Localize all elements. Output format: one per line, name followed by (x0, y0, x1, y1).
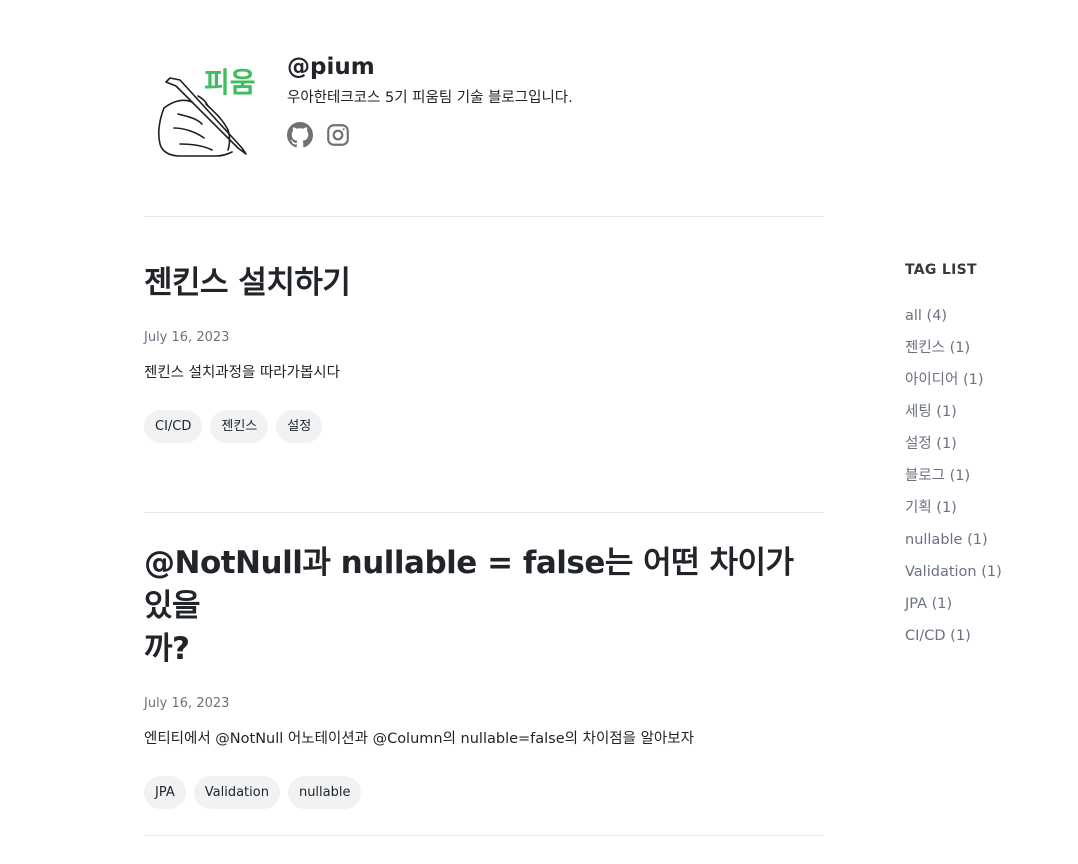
post-tags: CI/CD 젠킨스 설정 (144, 410, 824, 443)
tag-list-item[interactable]: 블로그 (1) (905, 460, 1065, 492)
tag-chip[interactable]: nullable (287, 776, 362, 809)
tag-list-item[interactable]: 설정 (1) (905, 428, 1065, 460)
github-icon[interactable] (287, 122, 313, 148)
post-title-line: @NotNull과 nullable = false는 어떤 차이가 있을 (144, 545, 794, 624)
tag-list-item[interactable]: 기획 (1) (905, 492, 1065, 524)
post-title-line: 까? (144, 631, 190, 667)
post-divider (144, 512, 824, 513)
social-links (287, 122, 573, 148)
tag-list-sidebar: TAG LIST all (4) 젠킨스 (1) 아이디어 (1) 세팅 (1)… (905, 260, 1065, 652)
post-title[interactable]: @NotNull과 nullable = false는 어떤 차이가 있을 까? (144, 542, 824, 671)
tag-chip[interactable]: CI/CD (144, 410, 203, 443)
tag-chip[interactable]: 설정 (276, 410, 323, 443)
tag-list-item[interactable]: nullable (1) (905, 524, 1065, 556)
profile-header: 피움 @pium 우아한테크코스 5기 피움팀 기술 블로그입니다. (144, 40, 824, 170)
tag-list-item[interactable]: JPA (1) (905, 588, 1065, 620)
post-date: July 16, 2023 (144, 330, 230, 345)
post-item: @NotNull과 nullable = false는 어떤 차이가 있을 까?… (144, 542, 824, 809)
post-description: 엔티티에서 @NotNull 어노테이션과 @Column의 nullable=… (144, 731, 694, 747)
instagram-icon[interactable] (325, 122, 351, 148)
post-divider (144, 835, 824, 836)
post-description: 젠킨스 설치과정을 따라가봅시다 (144, 365, 340, 381)
tag-list-item[interactable]: 아이디어 (1) (905, 364, 1065, 396)
tag-list-item[interactable]: Validation (1) (905, 556, 1065, 588)
tag-list-item[interactable]: CI/CD (1) (905, 620, 1065, 652)
tag-chip[interactable]: 젠킨스 (210, 410, 269, 443)
profile-info: @pium 우아한테크코스 5기 피움팀 기술 블로그입니다. (287, 52, 573, 148)
author-name[interactable]: @pium (287, 52, 573, 82)
tag-list-item[interactable]: 세팅 (1) (905, 396, 1065, 428)
post-date: July 16, 2023 (144, 696, 230, 711)
header-divider (144, 216, 824, 217)
logo-text: 피움 (204, 66, 256, 99)
blog-description: 우아한테크코스 5기 피움팀 기술 블로그입니다. (287, 90, 573, 106)
tag-chip[interactable]: JPA (144, 776, 186, 809)
tag-list: all (4) 젠킨스 (1) 아이디어 (1) 세팅 (1) 설정 (1) 블… (905, 300, 1065, 652)
tag-chip[interactable]: Validation (193, 776, 280, 809)
post-title[interactable]: 젠킨스 설치하기 (144, 262, 824, 305)
post-item: 젠킨스 설치하기 July 16, 2023 젠킨스 설치과정을 따라가봅시다 … (144, 262, 824, 443)
tag-list-title: TAG LIST (905, 262, 977, 278)
tag-list-item-all[interactable]: all (4) (905, 300, 1065, 332)
tag-list-item[interactable]: 젠킨스 (1) (905, 332, 1065, 364)
post-tags: JPA Validation nullable (144, 776, 824, 809)
profile-avatar[interactable]: 피움 (152, 58, 264, 166)
